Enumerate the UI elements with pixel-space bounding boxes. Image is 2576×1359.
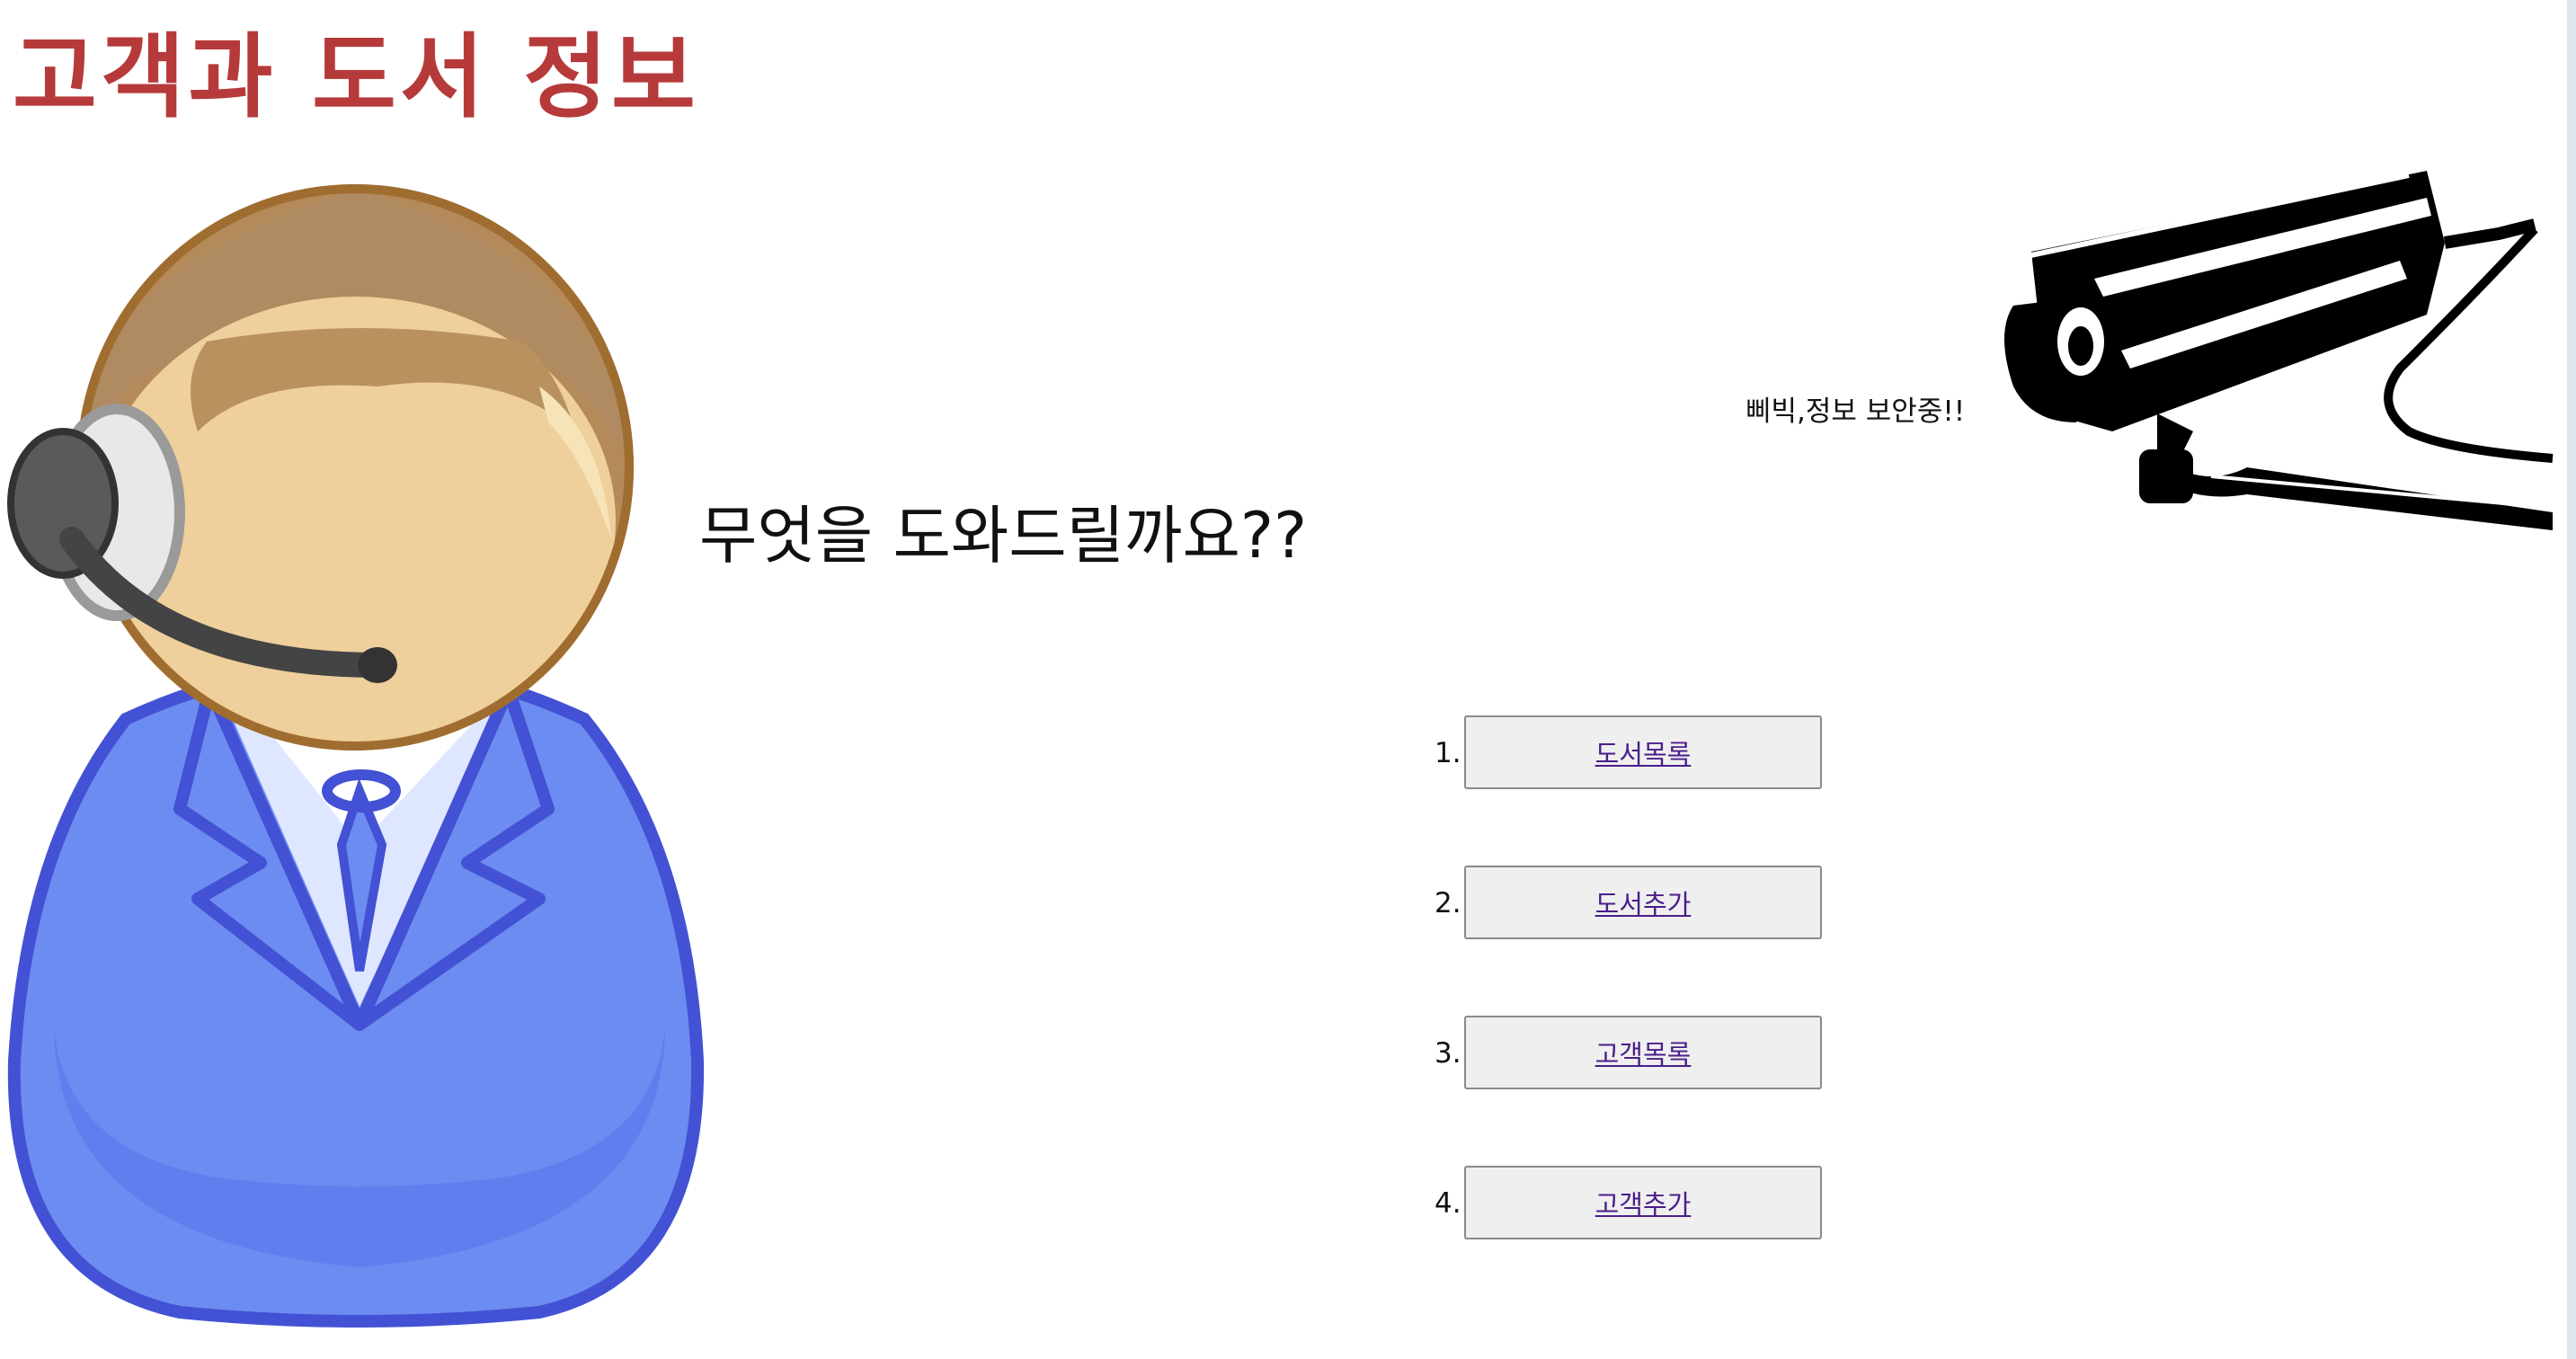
menu-item-number: 2. bbox=[1435, 887, 1461, 919]
menu-item-number: 3. bbox=[1435, 1037, 1461, 1070]
security-caption: 삐빅,정보 보안중!! bbox=[1745, 395, 1966, 428]
menu-item-customer-list: 3. 고객목록 bbox=[1420, 1016, 1834, 1091]
book-add-link[interactable]: 도서추가 bbox=[1595, 884, 1692, 921]
customer-add-link[interactable]: 고객추가 bbox=[1595, 1184, 1692, 1221]
book-add-button[interactable]: 도서추가 bbox=[1464, 866, 1822, 939]
menu-list: 1. 도서목록 2. 도서추가 3. 고객목록 4. 고객추가 bbox=[1420, 715, 1834, 1316]
book-list-button[interactable]: 도서목록 bbox=[1464, 715, 1822, 789]
help-question: 무엇을 도와드릴까요?? bbox=[699, 499, 1308, 573]
customer-list-button[interactable]: 고객목록 bbox=[1464, 1016, 1822, 1089]
customer-add-button[interactable]: 고객추가 bbox=[1464, 1166, 1822, 1239]
customer-list-link[interactable]: 고객목록 bbox=[1595, 1034, 1692, 1071]
menu-item-book-list: 1. 도서목록 bbox=[1420, 715, 1834, 791]
customer-service-agent-icon bbox=[7, 184, 705, 1328]
menu-item-book-add: 2. 도서추가 bbox=[1420, 866, 1834, 941]
menu-item-customer-add: 4. 고객추가 bbox=[1420, 1166, 1834, 1241]
security-camera-icon bbox=[2004, 171, 2554, 530]
book-list-link[interactable]: 도서목록 bbox=[1595, 733, 1692, 771]
menu-item-number: 4. bbox=[1435, 1187, 1461, 1220]
page-title: 고객과 도서 정보 bbox=[13, 24, 699, 131]
page-scrollbar[interactable] bbox=[2567, 0, 2576, 1359]
page: 고객과 도서 정보 무엇을 도와드릴까요?? 삐빅,정보 보안중!! 1. 도서… bbox=[0, 0, 2576, 1359]
menu-item-number: 1. bbox=[1435, 737, 1461, 769]
